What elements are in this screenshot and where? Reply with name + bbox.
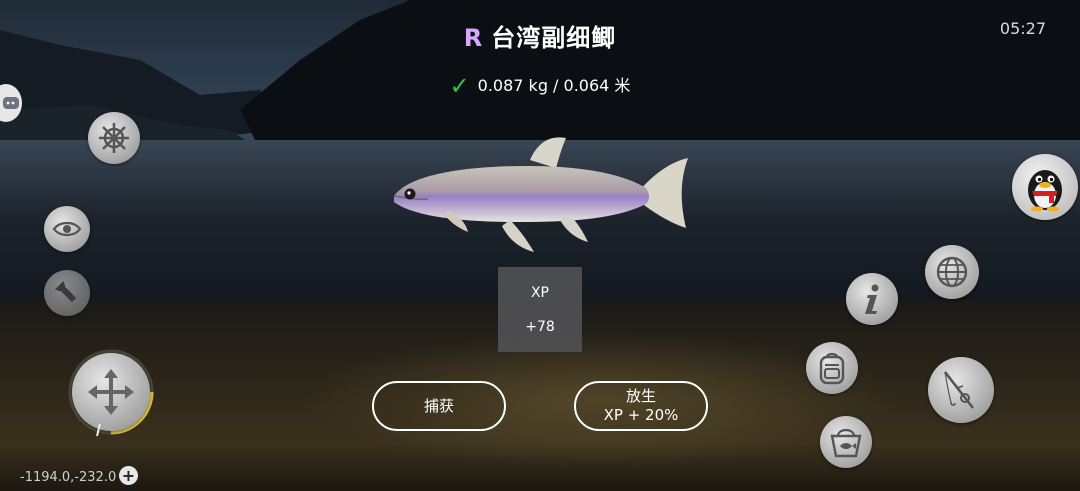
flashlight-button[interactable] xyxy=(44,270,90,316)
joystick-tick xyxy=(96,424,101,437)
eye-icon xyxy=(52,219,82,239)
fishing-rod-icon xyxy=(939,368,983,412)
xp-label: XP xyxy=(530,285,550,301)
profile-button[interactable] xyxy=(1012,154,1078,220)
fish-image xyxy=(393,137,688,252)
fish-name: 台湾副细鲫 xyxy=(491,24,617,52)
penguin-avatar-icon xyxy=(1022,162,1068,212)
coordinates: -1194.0,-232.0 xyxy=(20,470,117,485)
hud: R 台湾副细鲫 05:27 ✓ 0.087 kg / 0.064 米 XP +78 … xyxy=(0,0,1080,491)
fish-basket-button[interactable] xyxy=(820,416,872,468)
globe-button[interactable] xyxy=(925,245,979,299)
clock: 05:27 xyxy=(999,19,1046,38)
xp-popup: XP +78 xyxy=(498,267,582,352)
catch-stats-row: ✓ 0.087 kg / 0.064 米 xyxy=(0,72,1080,100)
backpack-icon xyxy=(817,351,847,385)
joystick[interactable] xyxy=(72,353,150,431)
fishing-rod-button[interactable] xyxy=(928,357,994,423)
helm-button[interactable] xyxy=(88,112,140,164)
fish-basket-icon xyxy=(829,426,863,458)
release-bonus: XP + 20% xyxy=(603,406,679,424)
release-button[interactable]: 放生 XP + 20% xyxy=(574,381,708,431)
info-icon xyxy=(857,282,887,316)
chat-icon xyxy=(3,94,19,113)
catch-label: 捕获 xyxy=(423,396,454,415)
globe-icon xyxy=(935,255,969,289)
xp-value: +78 xyxy=(525,319,555,335)
fish-title: R 台湾副细鲫 xyxy=(0,18,1080,53)
release-label: 放生 xyxy=(625,387,656,405)
helm-icon xyxy=(97,121,131,155)
view-button[interactable] xyxy=(44,206,90,252)
rarity-badge: R xyxy=(463,24,484,52)
move-arrows-icon xyxy=(86,367,136,417)
add-marker-button[interactable]: + xyxy=(119,466,138,485)
catch-button[interactable]: 捕获 xyxy=(372,381,506,431)
catch-stats: 0.087 kg / 0.064 米 xyxy=(477,76,631,95)
checkmark-icon: ✓ xyxy=(449,72,470,100)
flashlight-icon xyxy=(54,280,80,306)
info-button[interactable] xyxy=(846,273,898,325)
backpack-button[interactable] xyxy=(806,342,858,394)
